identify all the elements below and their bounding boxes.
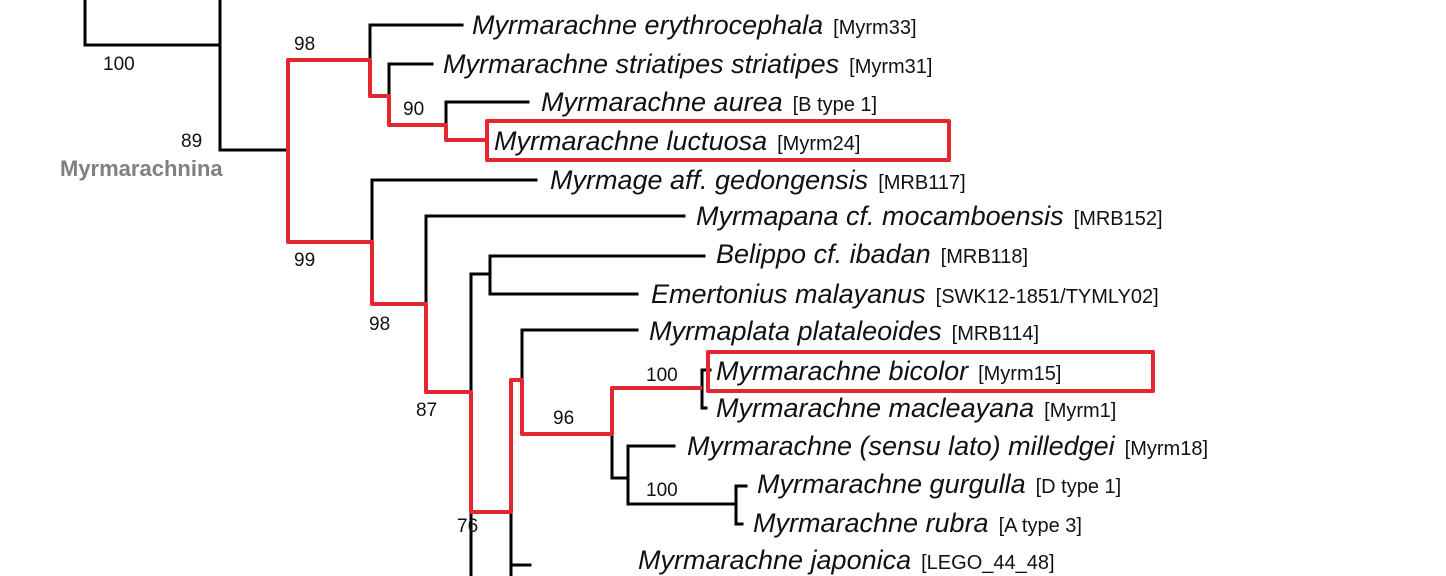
support-value: 98 <box>294 34 315 55</box>
clade-label: Myrmarachnina <box>60 156 223 181</box>
taxon-label: Belippo cf. ibadan [MRB118] <box>716 239 1028 269</box>
support-value: 100 <box>646 365 678 386</box>
taxon-label: Myrmarachne gurgulla [D type 1] <box>757 469 1121 499</box>
taxon-label: Myrmarachne (sensu lato) milledgei [Myrm1… <box>687 431 1208 461</box>
phylogenetic-tree: Myrmarachnina Myrmarachne erythrocephala… <box>60 0 1208 576</box>
support-value: 98 <box>369 314 390 335</box>
taxon-label: Myrmarachne luctuosa [Myrm24] <box>494 126 860 156</box>
taxon-label: Myrmarachne macleayana [Myrm1] <box>716 393 1116 423</box>
taxon-label: Myrmarachne aurea [B type 1] <box>541 87 877 117</box>
taxon-label: Emertonius malayanus [SWK12-1851/TYMLY02] <box>651 279 1159 309</box>
taxon-label: Myrmarachne erythrocephala [Myrm33] <box>472 10 917 40</box>
taxon-label: Myrmage aff. gedongensis [MRB117] <box>550 165 966 195</box>
support-value: 87 <box>416 400 437 421</box>
taxon-label: Myrmarachne rubra [A type 3] <box>753 508 1082 538</box>
taxon-label: Myrmarachne japonica [LEGO_44_48] <box>638 545 1055 575</box>
support-value: 76 <box>457 516 478 537</box>
taxon-label: Myrmarachne striatipes striatipes [Myrm31… <box>443 49 932 79</box>
support-value: 90 <box>403 99 424 120</box>
support-value: 100 <box>646 480 678 501</box>
taxon-label: Myrmarachne bicolor [Myrm15] <box>716 356 1061 386</box>
taxon-label: Myrmaplata plataleoides [MRB114] <box>649 316 1039 346</box>
taxon-label: Myrmapana cf. mocamboensis [MRB152] <box>696 201 1163 231</box>
support-value: 96 <box>553 408 574 429</box>
support-value: 99 <box>294 250 315 271</box>
support-value: 89 <box>181 131 202 152</box>
support-value: 100 <box>103 54 135 75</box>
